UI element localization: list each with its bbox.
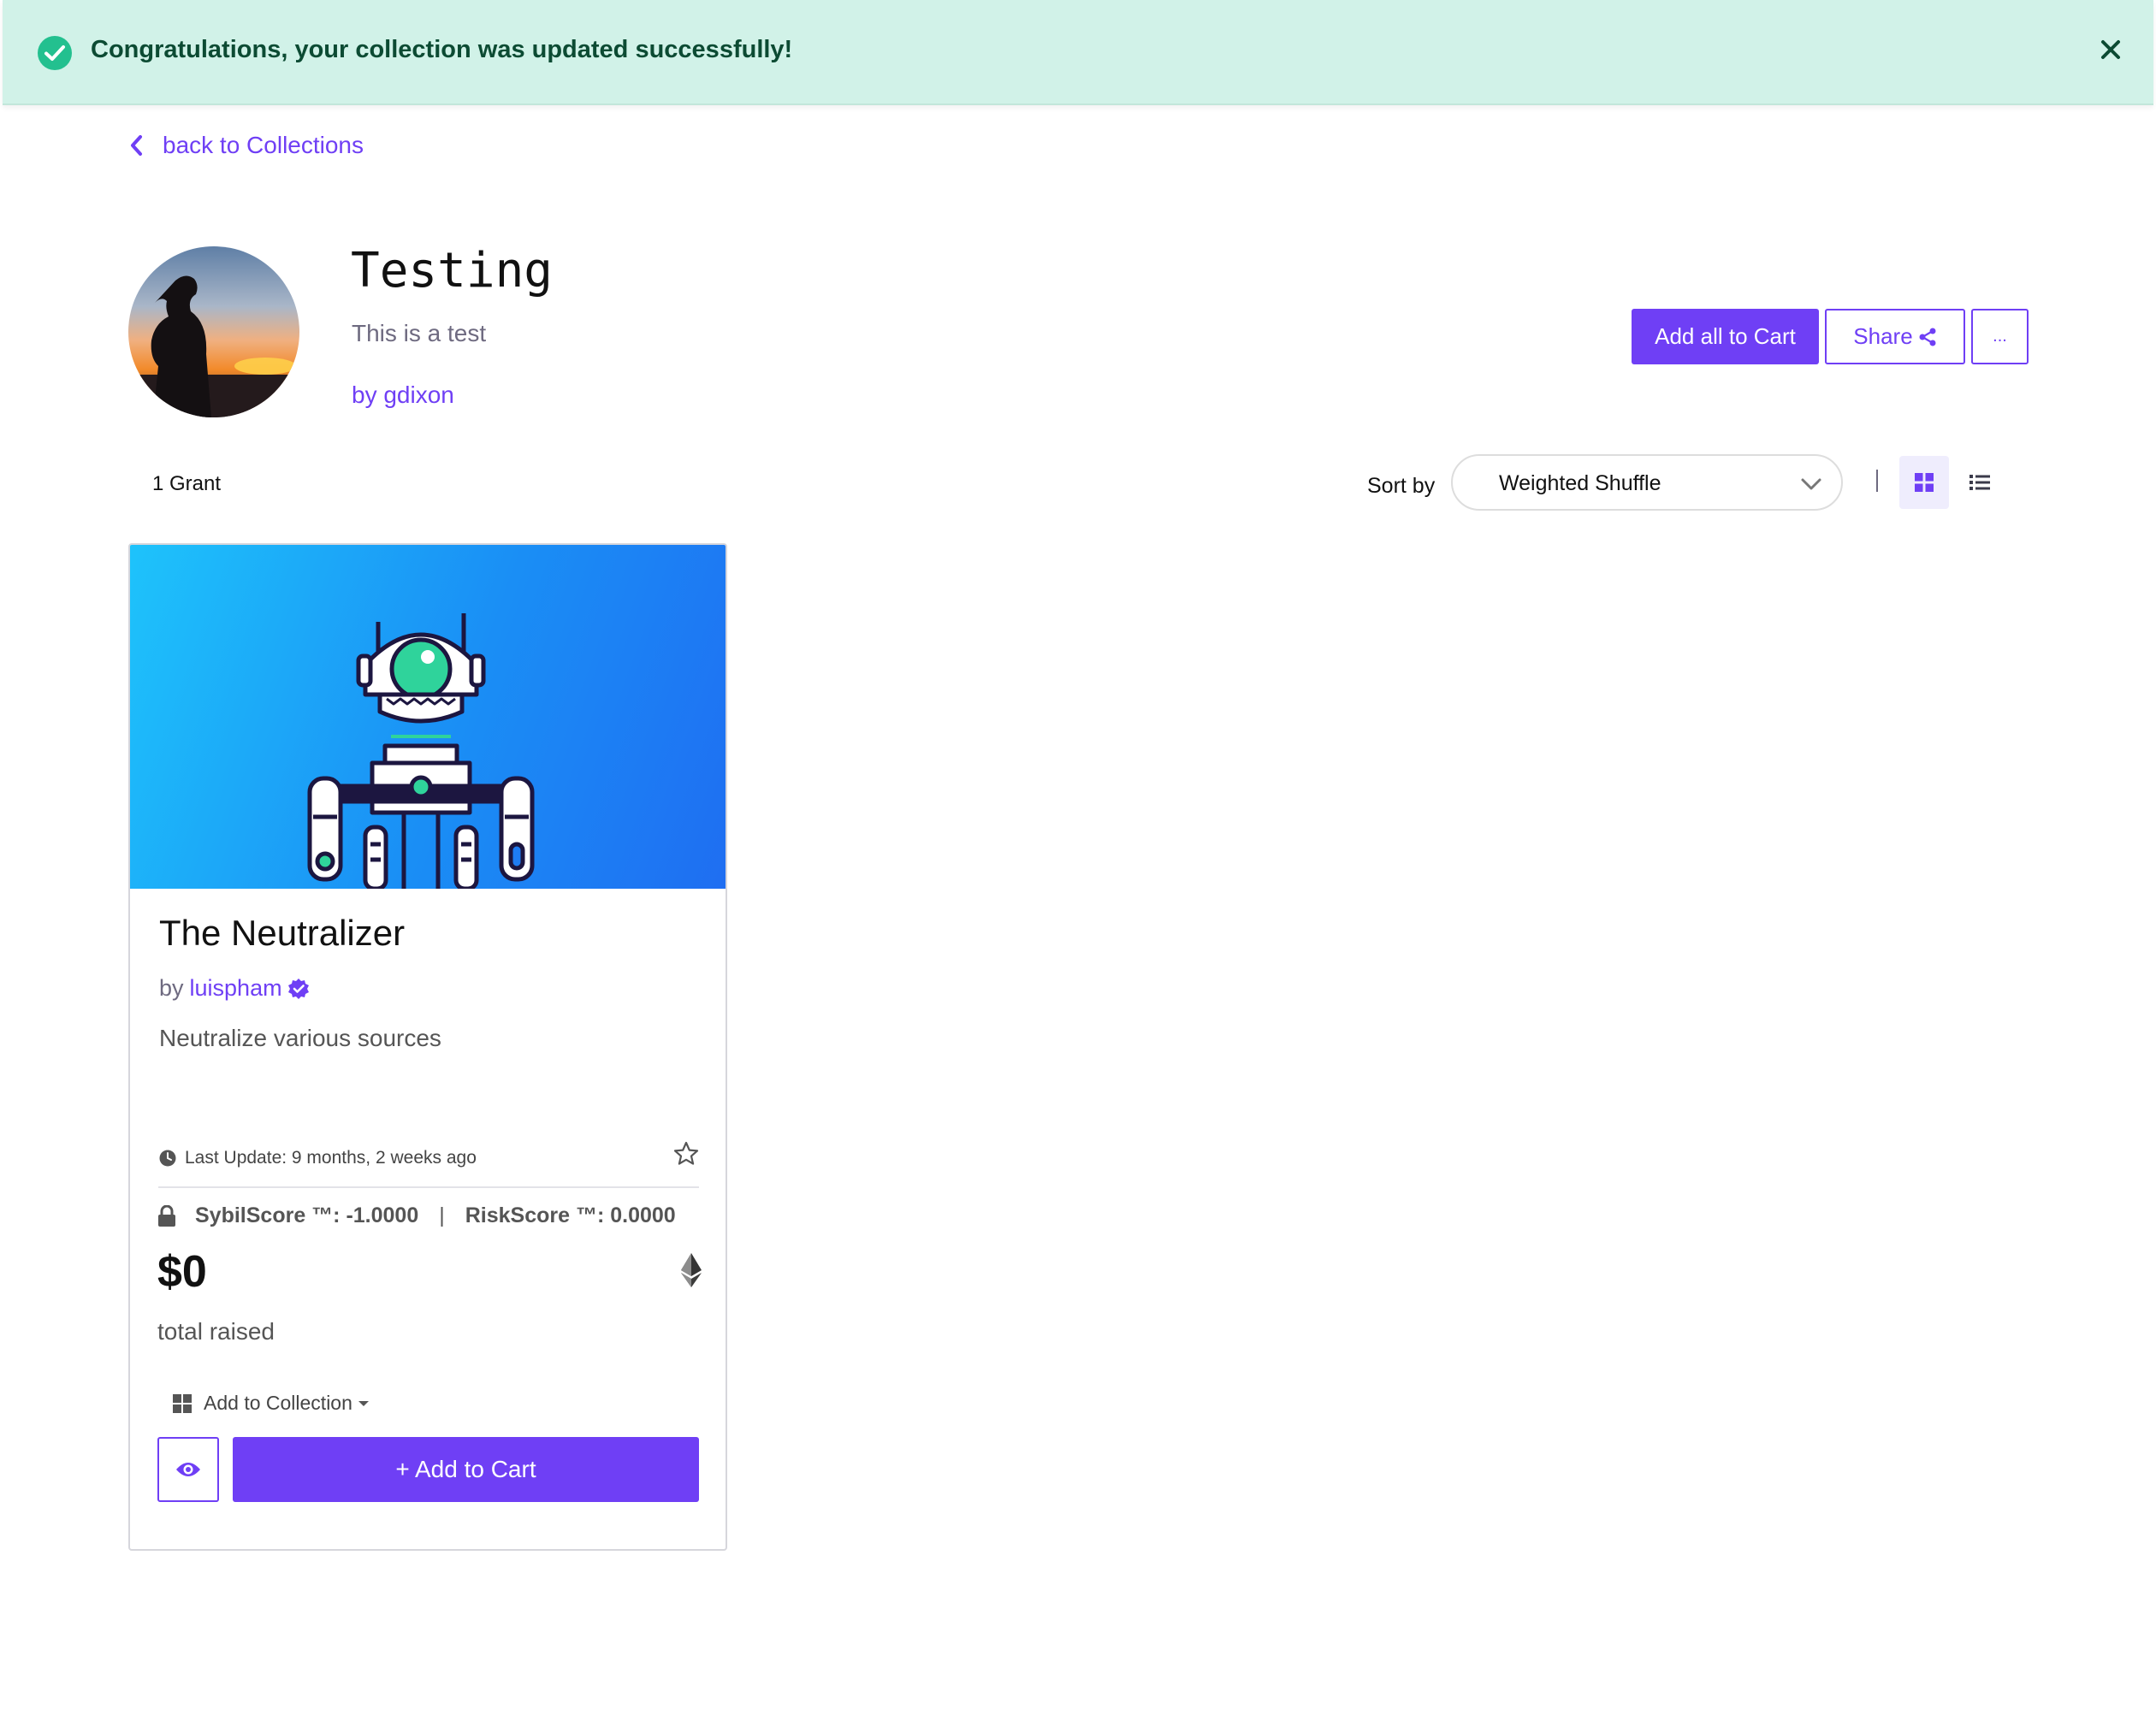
score-separator: | [439,1203,445,1227]
grant-card: The Neutralizer by luispham Neutralize v… [128,543,727,1551]
collection-description: This is a test [352,320,487,346]
grant-banner-image[interactable] [130,545,726,889]
clock-icon [159,1150,176,1167]
trust-scores: SybilScore ™: -1.0000 | RiskScore ™: 0.0… [157,1203,676,1228]
last-update: Last Update: 9 months, 2 weeks ago [159,1148,477,1168]
list-icon [1969,475,1990,490]
share-icon [1919,328,1936,346]
risk-score: RiskScore ™: 0.0000 [465,1203,676,1227]
collection-owner-link[interactable]: by gdixon [352,381,454,409]
check-circle-icon [38,36,72,70]
grant-byline: by luispham [159,975,310,1002]
ethereum-icon [681,1253,702,1287]
robot-illustration [307,613,535,889]
share-button-label: Share [1853,323,1913,349]
grant-owner-link[interactable]: luispham [190,975,282,1002]
chevron-down-icon [1801,478,1821,490]
lock-icon [158,1204,175,1227]
total-raised-amount: $0 [157,1247,207,1297]
add-to-cart-button[interactable]: + Add to Cart [233,1437,699,1502]
card-divider [158,1186,699,1188]
caret-down-icon [358,1400,369,1406]
add-to-collection-label: Add to Collection [204,1392,352,1414]
star-icon[interactable] [672,1140,700,1168]
sybil-score: SybilScore ™: -1.0000 [195,1203,419,1227]
grid-icon [173,1393,192,1413]
add-all-to-cart-button[interactable]: Add all to Cart [1632,309,1819,364]
grant-by-prefix: by [159,975,184,1001]
view-grant-button[interactable] [157,1437,219,1502]
total-raised-label: total raised [157,1318,275,1345]
collection-avatar [128,246,299,417]
list-view-toggle[interactable] [1968,456,1992,509]
sort-select[interactable]: Weighted Shuffle [1451,454,1843,511]
chevron-left-icon [131,135,142,156]
collection-title: Testing [351,243,554,299]
sort-select-value: Weighted Shuffle [1499,471,1661,495]
grid-view-toggle[interactable] [1899,456,1949,509]
back-to-collections-link[interactable]: back to Collections [128,132,364,159]
back-link-label: back to Collections [163,132,364,158]
eye-icon [176,1463,200,1476]
share-button[interactable]: Share [1825,309,1965,364]
last-update-text: Last Update: 9 months, 2 weeks ago [185,1148,477,1168]
view-divider [1876,470,1878,492]
alert-message: Congratulations, your collection was upd… [91,36,793,63]
grant-count: 1 Grant [152,472,222,495]
verified-badge-icon [287,978,309,999]
sort-label: Sort by [1367,474,1436,498]
grant-description: Neutralize various sources [159,1025,441,1051]
more-options-button[interactable]: ... [1971,309,2029,364]
grant-name[interactable]: The Neutralizer [159,913,405,954]
success-alert: Congratulations, your collection was upd… [3,0,2153,105]
close-icon[interactable] [2099,38,2123,62]
grid-icon [1915,473,1934,492]
add-to-collection-dropdown[interactable]: Add to Collection [173,1392,370,1415]
